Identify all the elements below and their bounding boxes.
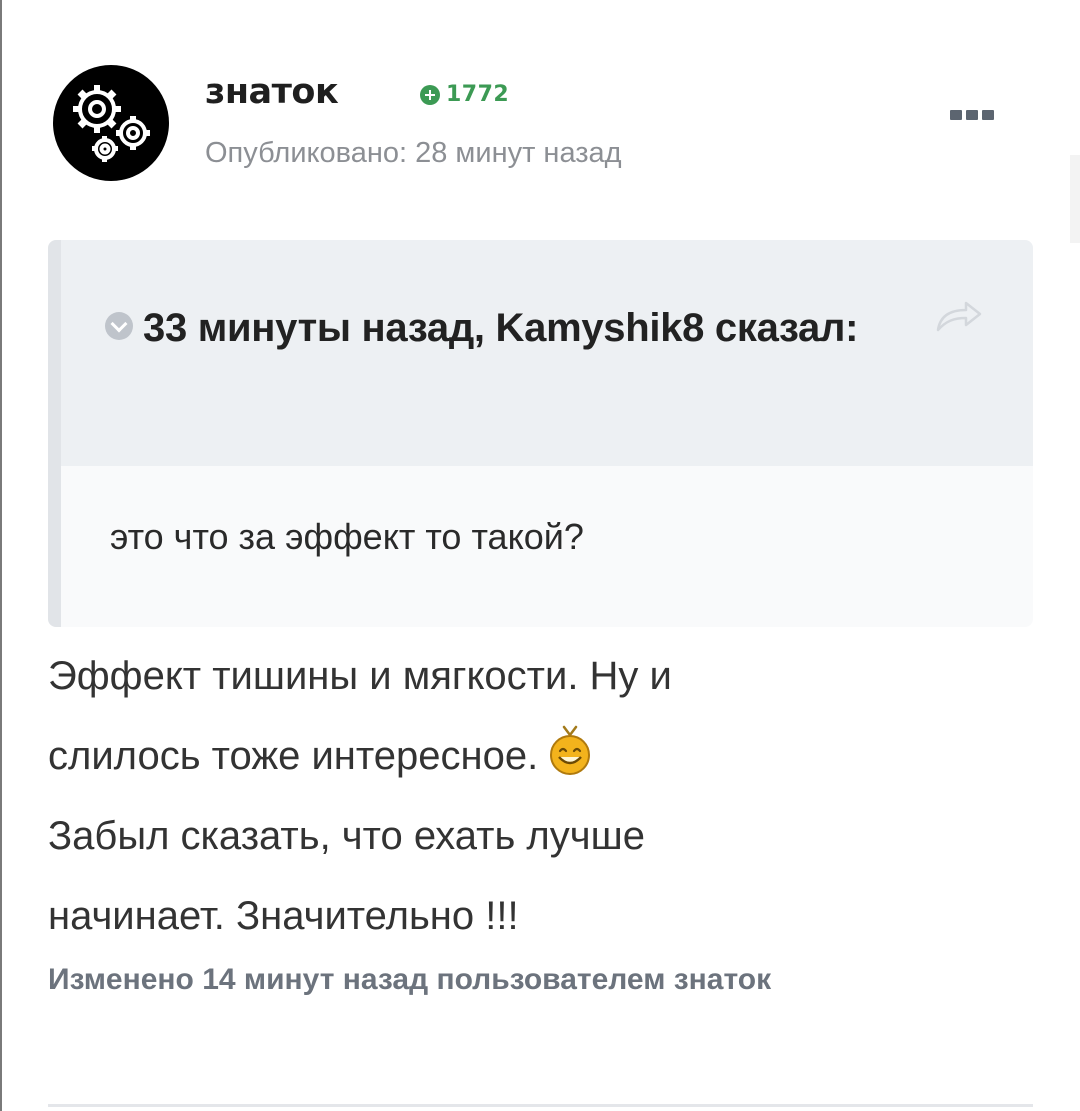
quote-citation-text: 33 минуты назад, Kamyshik8 сказал:: [143, 306, 859, 350]
post-line-text: слилось тоже интересное.: [48, 734, 539, 778]
plus-circle-icon: [420, 85, 440, 105]
gears-icon: [73, 85, 150, 162]
reputation-count: 1772: [446, 82, 510, 107]
chevron-down-icon[interactable]: [105, 312, 133, 341]
post-content: Эффект тишины и мягкости. Ну и слилось т…: [48, 636, 948, 956]
reputation-badge: 1772: [420, 82, 509, 108]
share-icon[interactable]: [928, 298, 988, 338]
quote-citation[interactable]: 33 минуты назад, Kamyshik8 сказал:: [105, 292, 875, 364]
post-line: начинает. Значительно !!!: [48, 894, 519, 938]
author-name[interactable]: знаток: [205, 72, 339, 112]
post-line: Эффект тишины и мягкости. Ну и: [48, 654, 672, 698]
post-line: Забыл сказать, что ехать лучше: [48, 814, 645, 858]
left-border: [0, 0, 2, 1111]
scrollbar[interactable]: [1070, 155, 1080, 243]
published-time: Опубликовано: 28 минут назад: [205, 137, 622, 169]
post-divider: [48, 1104, 1033, 1107]
edited-note: Изменено 14 минут назад пользователем зн…: [48, 963, 772, 996]
quote-text: это что за эффект то такой?: [110, 516, 584, 557]
post-line-with-emoji: слилось тоже интересное.: [48, 716, 948, 796]
smiley-emoji-icon: [550, 726, 591, 776]
more-dots-icon[interactable]: [950, 110, 996, 122]
quote-left-bar: [48, 240, 61, 627]
avatar[interactable]: [53, 65, 169, 181]
quote-block: 33 минуты назад, Kamyshik8 сказал: это ч…: [48, 240, 1033, 627]
